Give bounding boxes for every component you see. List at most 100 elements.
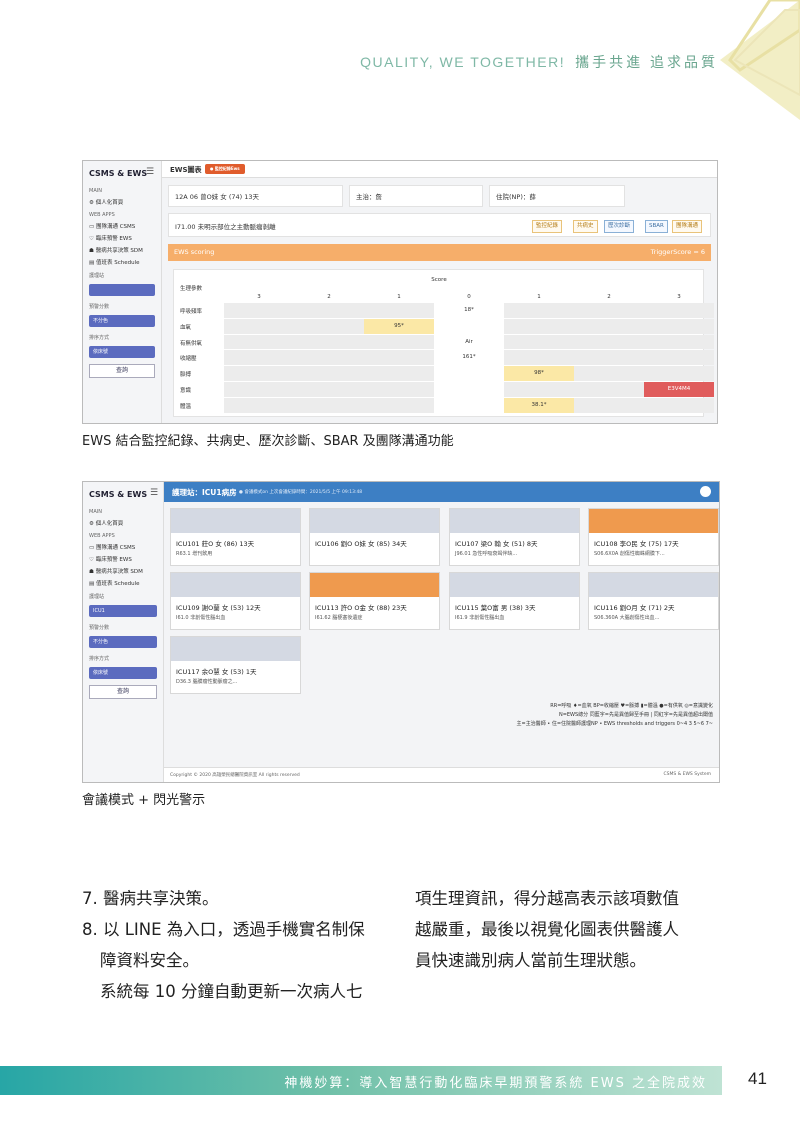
score-col-3: 0 [467,294,471,300]
sidebar-item-csms[interactable]: ▭ 團隊溝通 CSMS [83,541,163,553]
ward-select[interactable]: ICU1 [89,605,157,617]
topbar: EWS圖表 ● 監控紀錄Ews [162,161,717,178]
card-diagnosis: D36.3 腦膜瘤性動脈瘤之... [176,679,238,685]
score-col-4: 1 [537,294,541,300]
patient-card[interactable]: ICU107 梁O 翰 女 (51) 8天 J96.01 急性呼吸衰竭伴缺... [449,508,580,566]
avatar[interactable] [700,486,711,497]
sidebar-item-schedule[interactable]: ▤ 值班表 Schedule [83,256,161,268]
card-vitals [450,509,579,533]
body-left-line: 7. 醫病共享決策。 [82,889,219,908]
score-cell: 98* [504,366,574,381]
card-patient-name: ICU101 莊O 女 (86) 13天 [176,540,255,548]
card-patient-name: ICU106 劉O O妹 女 (85) 34天 [315,540,407,548]
card-diagnosis: S06.6X0A 創傷性蜘蛛網膜下... [594,551,665,557]
header-slogan: QUALITY, WE TOGETHER! 攜手共進 追求品質 [360,52,718,72]
score-col-2: 1 [397,294,401,300]
sidebar-item-schedule[interactable]: ▤ 值班表 Schedule [83,577,163,589]
score-select[interactable]: 不分色 [89,315,155,327]
patient-card[interactable]: ICU115 葉O富 男 (38) 3天 I61.9 非創傷性腦出血 [449,572,580,630]
ews-scoring-bar: EWS scoring TriggerScore = 6 [168,244,711,261]
sort-label: 排序方式 [89,656,110,662]
tab-monitor[interactable]: 監控紀錄 [532,220,563,233]
main-panel: EWS圖表 ● 監控紀錄Ews 12A 06 曾O妹 女 (74) 13天 主治… [162,161,717,423]
score-cell: 38.1* [504,397,574,413]
body-right: 項生理資訊，得分越高表示該項數值 越嚴重，最後以視覺化圖表供醫護人 員快速識別病… [415,883,679,976]
tab-comorbidity[interactable]: 共病史 [573,220,598,233]
sidebar-item-csms[interactable]: ▭ 團隊溝通 CSMS [83,220,161,232]
copyright: Copyright © 2020 高雄榮民總醫院資訊室 All rights r… [170,773,300,778]
query-button[interactable]: 查詢 [89,685,157,699]
sort-label: 排序方式 [89,335,110,341]
tab-sbar[interactable]: SBAR [645,220,668,233]
card-patient-name: ICU113 許O O金 女 (88) 23天 [315,604,407,612]
sidebar-item-sdm[interactable]: ☗ 醫病共享決策 SDM [83,565,163,577]
param-label: 體溫 [180,403,192,410]
card-vitals [171,573,300,597]
body-left: 7. 醫病共享決策。 8. 以 LINE 為入口，透過手機實名制保 障資料安全。… [82,883,365,1007]
sidebar-item-sdm[interactable]: ☗ 醫病共享決策 SDM [83,244,161,256]
patient-card[interactable]: ICU106 劉O O妹 女 (85) 34天 [309,508,440,566]
caption-1: EWS 結合監控紀錄、共病史、歷次診斷、SBAR 及團隊溝通功能 [82,434,454,449]
menu-icon[interactable]: ☰ [150,488,158,498]
patient-card[interactable]: ICU113 許O O金 女 (88) 23天 I61.62 腦梗塞後遺症 [309,572,440,630]
ward-title: 護理站：ICU1病房 [172,488,237,497]
sidebar-item-home[interactable]: ⚙ 個人化首頁 [83,196,161,208]
patient-card[interactable]: ICU101 莊O 女 (86) 13天 R63.1 增刊飲用 [170,508,301,566]
zero-col-bg [434,318,504,334]
main-label: MAIN [89,509,102,515]
menu-icon[interactable]: ☰ [146,167,154,177]
patient-card[interactable]: ICU117 余O慧 女 (53) 1天 D36.3 腦膜瘤性動脈瘤之... [170,636,301,694]
card-vitals [171,509,300,533]
sidebar-item-ews[interactable]: ♡ 臨床預警 EWS [83,553,163,565]
ward-label: 護理站 [89,594,105,600]
card-patient-name: ICU107 梁O 翰 女 (51) 8天 [455,540,538,548]
card-diagnosis: I61.62 腦梗塞後遺症 [315,615,363,621]
slogan-zh: 攜手共進 追求品質 [575,54,718,70]
tab-team[interactable]: 團隊溝通 [672,220,703,233]
sort-select[interactable]: 依床號 [89,667,157,679]
param-label: 呼吸頻率 [180,309,203,315]
page-number: 41 [748,1069,767,1088]
legend-line-3: 主=主治醫師 • 住=住院醫師護理NP • EWS thresholds and… [516,721,714,727]
score-label: 預警分數 [89,304,110,310]
score-select[interactable]: 不分色 [89,636,157,648]
card-diagnosis: J96.01 急性呼吸衰竭伴缺... [455,551,518,557]
body-right-line: 項生理資訊，得分越高表示該項數值 [415,889,679,908]
main-label: MAIN [89,188,102,194]
patient-card[interactable]: ICU116 劉O月 女 (71) 2天 S06.360A 大腦創傷性出血... [588,572,719,630]
param-label: 有無供氧 [180,340,203,347]
trigger-score: TriggerScore = 6 [650,248,705,256]
card-vitals [310,573,439,597]
diagnosis: I71.00 未明示部位之主動脈瘤剝離 [175,223,276,231]
tab-diagnosis-history[interactable]: 歷次診斷 [604,220,635,233]
legend-line-1: RR=呼吸 ♦=血氧 BP=收縮壓 ♥=脈搏 ▮=體溫 ●=有供氧 ◎=意識變化 [550,703,713,709]
sidebar-item-ews[interactable]: ♡ 臨床預警 EWS [83,232,161,244]
patient-bed: 12A 06 曾O妹 女 (74) 13天 [168,185,343,207]
ward-select[interactable] [89,284,155,296]
param-header: 生理參數 [180,286,203,292]
sort-select[interactable]: 依床號 [89,346,155,358]
score-cell: Air [465,338,473,345]
score-cell: 161* [462,354,476,361]
sidebar-item-home[interactable]: ⚙ 個人化首頁 [83,517,163,529]
score-col-6: 3 [677,294,681,300]
card-vitals [450,573,579,597]
sidebar: CSMS & EWS ☰ MAIN ⚙ 個人化首頁 WEB APPS ▭ 團隊溝… [83,482,164,782]
score-col-5: 2 [607,294,611,300]
patient-card[interactable]: ICU108 李O民 女 (75) 17天 S06.6X0A 創傷性蜘蛛網膜下..… [588,508,719,566]
footer-band: 神機妙算：導入智慧行動化臨床早期預警系統 EWS 之全院成效 [0,1066,722,1095]
webapps-label: WEB APPS [89,212,115,218]
patient-card[interactable]: ICU109 謝O蘭 女 (53) 12天 I61.0 非創傷性腦出血 [170,572,301,630]
card-patient-name: ICU109 謝O蘭 女 (53) 12天 [176,604,261,612]
meeting-status: ● 會議模式on 上次會議紀錄時間：2021/5/5 上午 09:13:48 [239,490,363,495]
card-patient-name: ICU115 葉O富 男 (38) 3天 [455,604,536,612]
score-cell: 18* [464,307,474,313]
monitor-badge[interactable]: ● 監控紀錄Ews [205,164,245,174]
body-left-line: 8. 以 LINE 為入口，透過手機實名制保 [82,920,365,939]
ward-header: 護理站：ICU1病房 ● 會議模式on 上次會議紀錄時間：2021/5/5 上午… [164,482,719,502]
zero-col-bg [434,397,504,413]
score-col-1: 2 [327,294,331,300]
body-right-line: 員快速識別病人當前生理狀態。 [415,951,646,970]
query-button[interactable]: 查詢 [89,364,155,378]
card-diagnosis: I61.0 非創傷性腦出血 [176,615,226,621]
